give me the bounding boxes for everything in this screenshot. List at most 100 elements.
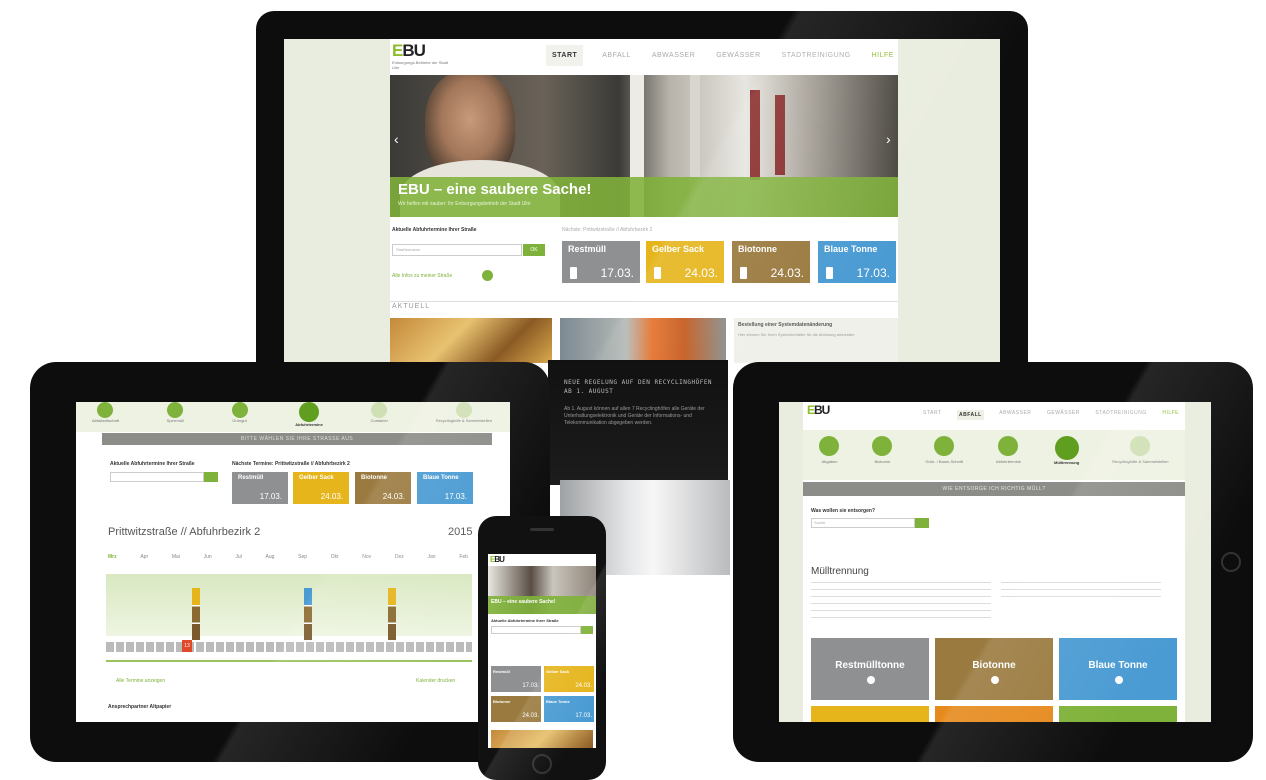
phone-speaker [530, 528, 554, 531]
phone-news-image[interactable] [491, 730, 593, 748]
nav-abwasser[interactable]: ABWASSER [650, 45, 697, 66]
more-arrow-icon[interactable] [482, 270, 493, 281]
show-all-link[interactable]: Alle Termine anzeigen [116, 678, 165, 684]
slider-next-icon[interactable]: › [886, 131, 891, 147]
nav-gewaesser[interactable]: GEWÄSSER [714, 45, 762, 66]
street-search-button[interactable]: OK [523, 244, 545, 256]
event-marker[interactable] [304, 588, 312, 640]
tile-biotonne[interactable]: Biotonne 24.03. [355, 472, 411, 504]
info-icon[interactable] [819, 436, 840, 456]
side-box-body: Hier können Sie Ihren Systembehälter für… [738, 332, 856, 337]
smartphone: EBU EBU – eine saubere Sache! Aktuelle A… [478, 516, 606, 780]
tile-blaue-tonne[interactable]: Blaue Tonne 17.03. [818, 241, 896, 283]
tile-biotonne[interactable]: Biotonne 24.03. [732, 241, 810, 283]
shuffle-icon[interactable] [1054, 436, 1079, 460]
event-marker[interactable] [388, 588, 396, 640]
tile-biotonne[interactable]: Biotonne [935, 638, 1053, 700]
tile-blaue-tonne[interactable]: Blaue Tonne 17.03. [417, 472, 473, 504]
monitor-chin: NEUE REGELUNG AUF DEN RECYCLINGHÖFEN AB … [548, 360, 728, 485]
ebu-logo[interactable]: EBU [490, 555, 505, 564]
calendar-icon[interactable] [299, 402, 320, 422]
news-body: Ab 1. August können auf allen 7 Recyclin… [564, 406, 705, 426]
street-ok-button[interactable] [204, 472, 218, 482]
tile-gelber-sack[interactable] [811, 706, 929, 722]
home-button[interactable] [1221, 552, 1241, 572]
service-icons-row: Abfallwirtschaft Sperrmüll Grüngut Abfuh… [92, 402, 492, 430]
nav-hilfe[interactable]: HILFE [870, 45, 896, 66]
pickup-heading: Aktuelle Abfuhrtermine Ihrer Straße [392, 227, 477, 233]
moon-icon[interactable] [872, 436, 893, 456]
info-icon [1115, 676, 1123, 684]
tile-restmuell[interactable]: Restmüll 17.03. [491, 666, 541, 692]
news-side-box: Bestellung einer Systemdatenänderung Hie… [734, 318, 898, 363]
tile-biotonne[interactable]: Biotonne 24.03. [491, 696, 541, 722]
sort-banner: WIE ENTSORGE ICH RICHTIG MÜLL? [803, 482, 1185, 496]
print-link[interactable]: Kalender drucken [416, 678, 455, 684]
tile-restmuell[interactable]: Restmüll 17.03. [562, 241, 640, 283]
calendar-strip [106, 574, 472, 636]
calendar-icon[interactable] [998, 436, 1019, 456]
month-row: Mrz Apr Mai Jun Jul Aug Sep Okt Nov Dez Jan Feb [108, 554, 468, 560]
tablet-left: Abfallwirtschaft Sperrmüll Grüngut Abfuh… [30, 362, 550, 762]
tile-blaue-tonne[interactable]: Blaue Tonne [1059, 638, 1177, 700]
day-row [106, 642, 472, 652]
side-box-title: Bestellung einer Systemdatenänderung [738, 322, 833, 328]
info-icon [867, 676, 875, 684]
ebu-logo[interactable]: EBU [392, 41, 426, 61]
leaf-icon[interactable] [231, 402, 248, 418]
month-mrz[interactable]: Mrz [108, 554, 117, 560]
news-image-workers[interactable] [560, 318, 726, 363]
recycle-icon[interactable] [455, 402, 472, 418]
desktop-monitor: EBU Entsorgungs-Betriebe der Stadt Ulm S… [256, 11, 1028, 363]
info-icon [991, 676, 999, 684]
tile-restmuell[interactable]: Restmüll 17.03. [232, 472, 288, 504]
tile-gelber-sack[interactable]: Gelber Sack 24.03. [544, 666, 594, 692]
tile-restmuelltonne[interactable]: Restmülltonne [811, 638, 929, 700]
monitor-screen: EBU Entsorgungs-Betriebe der Stadt Ulm S… [284, 39, 1000, 363]
moon-icon[interactable] [167, 402, 184, 418]
slider-prev-icon[interactable]: ‹ [394, 131, 399, 147]
phone-street-input[interactable] [491, 626, 581, 634]
bin-icon [826, 267, 833, 279]
tablet-right: EBU START ABFALL ABWASSER GEWÄSSER STADT… [733, 362, 1253, 762]
more-info-link[interactable]: Alle Infos zu meiner Straße [392, 273, 452, 279]
phone-heading: Aktuelle Abfuhrtermine Ihrer Straße [491, 618, 559, 623]
service-icons-row: Abgaben Biotonne Grün- / Baum-Schnitt Ab… [803, 430, 1185, 480]
ebu-logo[interactable]: EBU [807, 403, 830, 417]
hero-slider[interactable]: EBU – eine saubere Sache! Wir helfen mit… [390, 75, 898, 217]
info-icon[interactable] [97, 402, 114, 418]
bin-icon [570, 267, 577, 279]
tile-gelber-sack[interactable]: Gelber Sack 24.03. [646, 241, 724, 283]
tile-green[interactable] [1059, 706, 1177, 722]
phone-screen: EBU EBU – eine saubere Sache! Aktuelle A… [488, 554, 596, 748]
bag-icon [654, 267, 661, 279]
news-title: NEUE REGELUNG AUF DEN RECYCLINGHÖFEN AB … [564, 379, 713, 395]
phone-ok-button[interactable] [581, 626, 593, 634]
leaf-icon[interactable] [934, 436, 955, 456]
next-heading: Nächste Termine: Prittwitzstraße // Abfu… [232, 461, 350, 467]
search-button[interactable] [915, 518, 929, 528]
section-heading: Ansprechpartner Altpapier [108, 704, 172, 710]
container-icon[interactable] [371, 402, 388, 418]
next-pickup-label: Nächste: Prittwitzstraße // Abfuhrbezirk… [562, 227, 653, 233]
street-heading: Aktuelle Abfuhrtermine Ihrer Straße [110, 461, 195, 467]
nav-stadtreinigung[interactable]: STADTREINIGUNG [780, 45, 853, 66]
tile-orange[interactable] [935, 706, 1053, 722]
today-marker[interactable]: 13 [182, 640, 192, 652]
news-heading: AKTUELL [392, 303, 431, 310]
street-input[interactable]: Straßenname [392, 244, 522, 256]
phone-hero[interactable]: EBU – eine saubere Sache! [488, 566, 596, 614]
nav-start[interactable]: START [546, 45, 584, 66]
tablet-right-screen: EBU START ABFALL ABWASSER GEWÄSSER STADT… [779, 402, 1211, 722]
calendar-year: 2015 [448, 526, 473, 538]
main-nav: START ABFALL ABWASSER GEWÄSSER STADTREIN… [923, 410, 1179, 420]
tile-gelber-sack[interactable]: Gelber Sack 24.03. [293, 472, 349, 504]
tile-blaue-tonne[interactable]: Blaue Tonne 17.03. [544, 696, 594, 722]
street-input[interactable] [110, 472, 204, 482]
nav-abfall[interactable]: ABFALL [600, 45, 633, 66]
search-input[interactable]: Suche [811, 518, 915, 528]
news-image-food[interactable] [390, 318, 552, 363]
event-marker[interactable] [192, 588, 200, 640]
recycle-icon[interactable] [1130, 436, 1151, 456]
phone-home-button[interactable] [532, 754, 552, 774]
